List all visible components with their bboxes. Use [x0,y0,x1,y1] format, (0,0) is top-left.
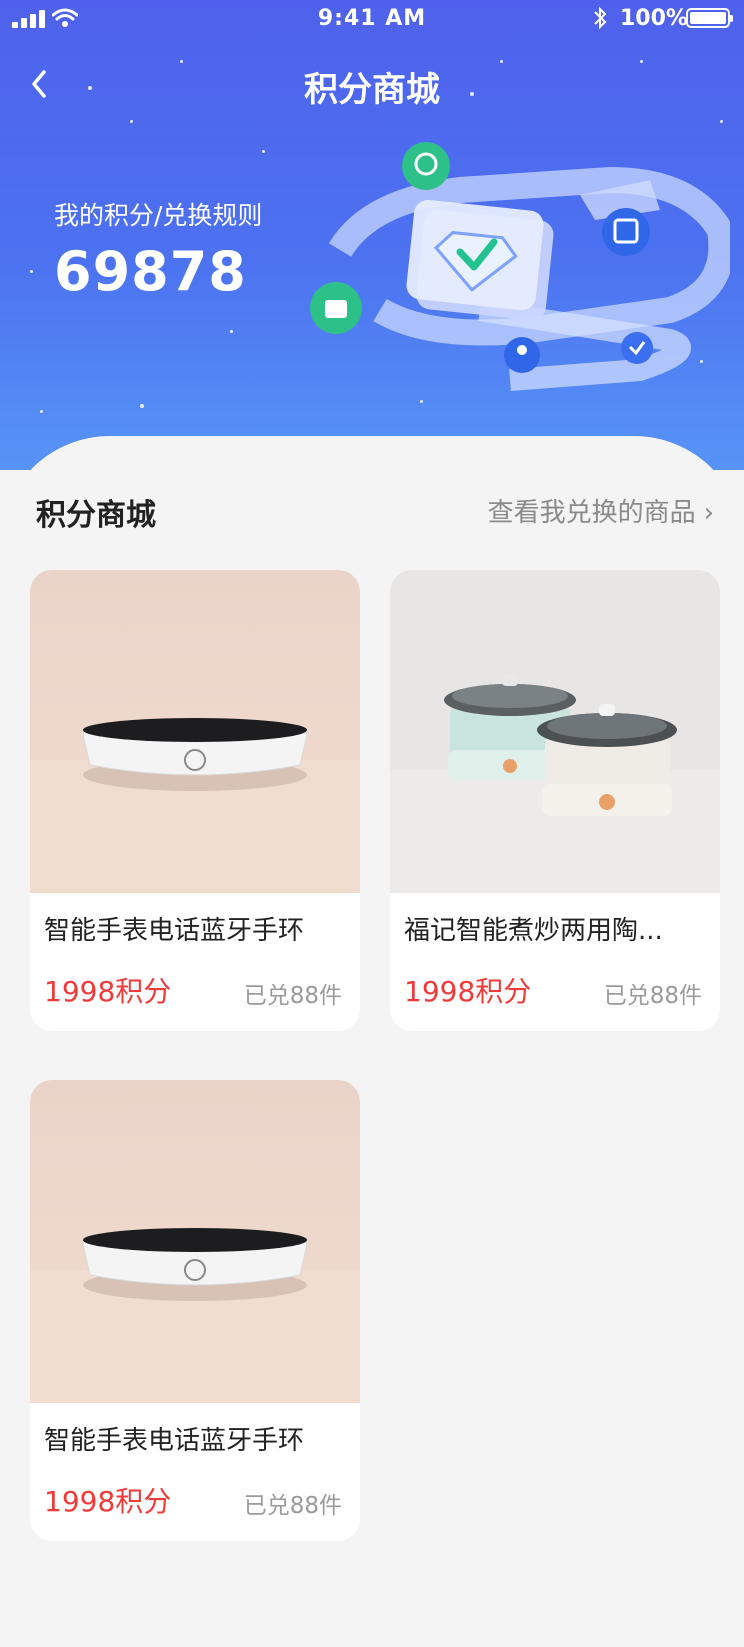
section-title: 积分商城 [36,498,156,533]
product-card[interactable]: 智能手表电话蓝牙手环 1998积分 已兑88件 [30,570,360,1031]
battery-icon [686,8,733,28]
product-sold-count: 已兑88件 [603,983,702,1009]
battery-percent: 100% [620,6,688,31]
product-image [390,570,720,893]
points-rules-link[interactable]: 我的积分/兑换规则 [54,196,262,232]
product-price: 1998积分 [44,975,172,1008]
my-exchanges-link[interactable]: 查看我兑换的商品 › [488,492,714,529]
product-sold-count: 已兑88件 [243,1493,342,1519]
product-card[interactable]: 福记智能煮炒两用陶... 1998积分 已兑88件 [390,570,720,1031]
points-balance: 69878 [54,240,247,303]
bluetooth-icon [592,6,608,36]
product-price: 1998积分 [404,975,532,1008]
product-card[interactable]: 智能手表电话蓝牙手环 1998积分 已兑88件 [30,1080,360,1541]
my-exchanges-label: 查看我兑换的商品 [487,498,696,528]
page-title: 积分商城 [304,70,440,110]
product-image [30,570,360,893]
product-name: 智能手表电话蓝牙手环 [44,916,305,946]
product-price: 1998积分 [44,1485,172,1518]
product-sold-count: 已兑88件 [243,983,342,1009]
product-name: 智能手表电话蓝牙手环 [44,1426,305,1456]
header-banner: 9:41 AM 100% 积分商城 我的积分/兑换规则 69878 [0,0,744,470]
points-illustration [310,142,730,391]
status-bar: 9:41 AM 100% [0,0,744,40]
chevron-right-icon: › [703,498,714,528]
product-name: 福记智能煮炒两用陶... [404,916,663,946]
product-image [30,1080,360,1403]
